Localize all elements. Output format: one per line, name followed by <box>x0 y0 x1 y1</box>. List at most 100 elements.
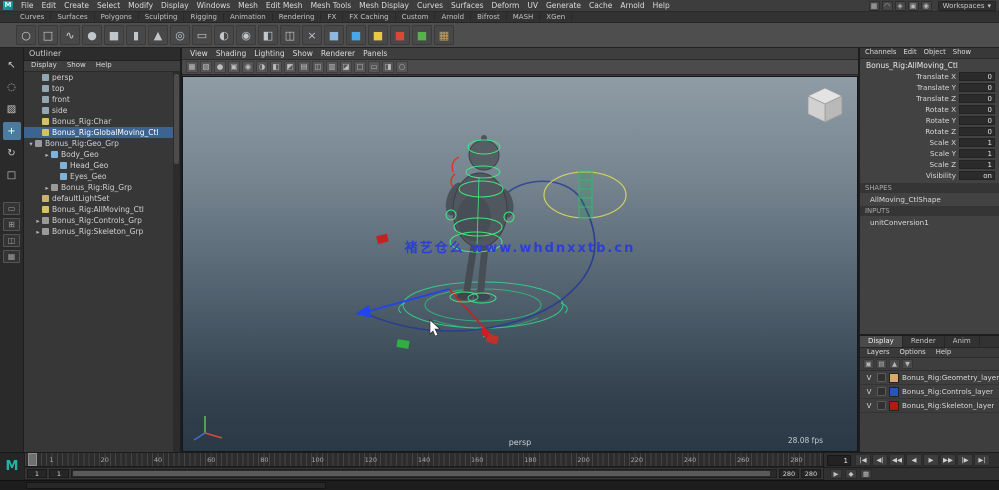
textured-icon[interactable]: ▣ <box>228 61 240 73</box>
channel-label[interactable]: Visibility <box>860 171 956 180</box>
step-back-frame-button[interactable]: ◀| <box>872 454 888 466</box>
animation-end-field[interactable]: 280 <box>801 469 821 478</box>
smooth-icon[interactable]: ◉ <box>236 25 256 45</box>
shelf-tab[interactable]: Bifrost <box>471 13 507 21</box>
layer-editor-menu-item[interactable]: Help <box>932 348 956 357</box>
outliner-menu-item[interactable]: Show <box>63 61 90 71</box>
view-cube[interactable] <box>803 83 847 129</box>
menubar-menu-item[interactable]: Mesh Display <box>355 1 413 10</box>
shelf-tab[interactable]: Arnold <box>435 13 471 21</box>
shelf-tab[interactable]: FX Caching <box>343 13 395 21</box>
move-layer-down-icon[interactable]: ▼ <box>902 359 913 369</box>
layer-editor-menu-item[interactable]: Options <box>896 348 930 357</box>
poly-plane-icon[interactable]: ▭ <box>192 25 212 45</box>
shelf-tab[interactable]: Animation <box>224 13 273 21</box>
image-plane-icon[interactable]: ▤ <box>298 61 310 73</box>
wireframe-icon[interactable]: ▧ <box>200 61 212 73</box>
channel-label[interactable]: Translate Y <box>860 83 956 92</box>
manipulator-arrows[interactable] <box>355 289 495 341</box>
fk-control-curves[interactable] <box>451 157 459 187</box>
outliner-item[interactable]: side <box>24 105 173 116</box>
layer-display-type-toggle[interactable] <box>877 387 886 396</box>
expand-arrow-icon[interactable]: ▸ <box>43 151 51 159</box>
menubar-menu-item[interactable]: Help <box>649 1 674 10</box>
go-to-end-button[interactable]: ▶| <box>974 454 990 466</box>
rotate-tool[interactable]: ↻ <box>3 144 21 162</box>
current-frame-field[interactable]: 1 <box>827 455 851 466</box>
shape-node-name[interactable]: AllMoving_CtlShape <box>860 193 999 204</box>
menubar-menu-item[interactable]: Surfaces <box>447 1 487 10</box>
new-empty-layer-icon[interactable]: ▣ <box>863 359 874 369</box>
outliner-item[interactable]: Bonus_Rig:GlobalMoving_Ctl <box>24 127 173 138</box>
animation-prefs-icon[interactable]: ▦ <box>860 469 872 479</box>
snap-to-grid-icon[interactable]: ▦ <box>186 61 198 73</box>
layer-row[interactable]: V Bonus_Rig:Controls_layer <box>860 385 999 399</box>
expand-arrow-icon[interactable]: ▸ <box>34 217 42 225</box>
play-backwards-button[interactable]: ◀ <box>906 454 922 466</box>
scale-tool[interactable]: □ <box>3 166 21 184</box>
channel-label[interactable]: Rotate Y <box>860 116 956 125</box>
viewport-menu-item[interactable]: View <box>186 49 212 58</box>
menubar-menu-item[interactable]: UV <box>523 1 542 10</box>
channel-box-menu-item[interactable]: Show <box>950 48 974 58</box>
channel-value-field[interactable]: 0 <box>959 105 995 114</box>
shelf-tab[interactable]: Rendering <box>273 13 322 21</box>
green-key-box[interactable] <box>396 339 409 349</box>
channel-value-field[interactable]: on <box>959 171 995 180</box>
outliner-item[interactable]: top <box>24 83 173 94</box>
menubar-menu-item[interactable]: Arnold <box>616 1 648 10</box>
snap-point-icon[interactable]: ◈ <box>895 1 906 11</box>
resolution-gate-icon[interactable]: ▭ <box>368 61 380 73</box>
construction-history-icon[interactable]: ▣ <box>908 1 919 11</box>
menubar-menu-item[interactable]: Display <box>157 1 193 10</box>
channel-box-menu-item[interactable]: Object <box>921 48 949 58</box>
menubar-menu-item[interactable]: Edit Mesh <box>262 1 307 10</box>
poly-sphere-icon[interactable]: ● <box>82 25 102 45</box>
outliner-item[interactable]: Bonus_Rig:AllMoving_Ctl <box>24 204 173 215</box>
channel-value-field[interactable]: 1 <box>959 160 995 169</box>
channel-label[interactable]: Translate Z <box>860 94 956 103</box>
field-chart-icon[interactable]: □ <box>354 61 366 73</box>
menubar-menu-item[interactable]: Curves <box>413 1 447 10</box>
workspace-selector[interactable]: Workspaces ▾ <box>938 1 996 11</box>
viewport-menu-item[interactable]: Lighting <box>250 49 288 58</box>
menubar-menu-item[interactable]: Select <box>93 1 124 10</box>
lasso-select-tool[interactable]: ◌ <box>3 78 21 96</box>
menubar-menu-item[interactable]: Windows <box>193 1 234 10</box>
menubar-menu-item[interactable]: Create <box>60 1 93 10</box>
green-material-icon[interactable]: ■ <box>412 25 432 45</box>
viewport-menu-item[interactable]: Shading <box>212 49 250 58</box>
poly-cylinder-icon[interactable]: ▮ <box>126 25 146 45</box>
curve-circle-icon[interactable]: ○ <box>16 25 36 45</box>
step-forward-frame-button[interactable]: |▶ <box>957 454 973 466</box>
layout-single-pane-button[interactable]: ▭ <box>3 202 20 215</box>
outliner-scrollbar[interactable] <box>173 72 180 452</box>
pencil-curve-icon[interactable]: ∿ <box>60 25 80 45</box>
shelf-tab[interactable]: Custom <box>396 13 436 21</box>
viewport-menu-item[interactable]: Show <box>289 49 317 58</box>
snap-curve-icon[interactable]: ◠ <box>882 1 893 11</box>
camera-attrs-icon[interactable]: ◧ <box>270 61 282 73</box>
menubar-menu-item[interactable]: Deform <box>487 1 523 10</box>
shelf-tab[interactable]: Curves <box>14 13 51 21</box>
layer-row[interactable]: V Bonus_Rig:Geometry_layer <box>860 371 999 385</box>
menubar-menu-item[interactable]: Cache <box>585 1 616 10</box>
new-layer-from-selected-icon[interactable]: ▤ <box>876 359 887 369</box>
layer-color-chip[interactable] <box>889 401 899 411</box>
layer-color-chip[interactable] <box>889 387 899 397</box>
channel-label[interactable]: Scale Y <box>860 149 956 158</box>
xray-icon[interactable]: ○ <box>396 61 408 73</box>
outliner-item[interactable]: persp <box>24 72 173 83</box>
channel-label[interactable]: Scale Z <box>860 160 956 169</box>
current-time-indicator[interactable] <box>28 453 37 466</box>
layout-two-pane-button[interactable]: ◫ <box>3 234 20 247</box>
menubar-menu-item[interactable]: Modify <box>124 1 157 10</box>
expand-arrow-icon[interactable]: ▾ <box>27 140 35 148</box>
outliner-item[interactable]: front <box>24 94 173 105</box>
curve-square-icon[interactable]: □ <box>38 25 58 45</box>
play-forwards-button[interactable]: ▶ <box>923 454 939 466</box>
layout-four-pane-button[interactable]: ⊞ <box>3 218 20 231</box>
channel-value-field[interactable]: 0 <box>959 127 995 136</box>
render-icon[interactable]: ◉ <box>921 1 932 11</box>
multi-cut-icon[interactable]: × <box>302 25 322 45</box>
